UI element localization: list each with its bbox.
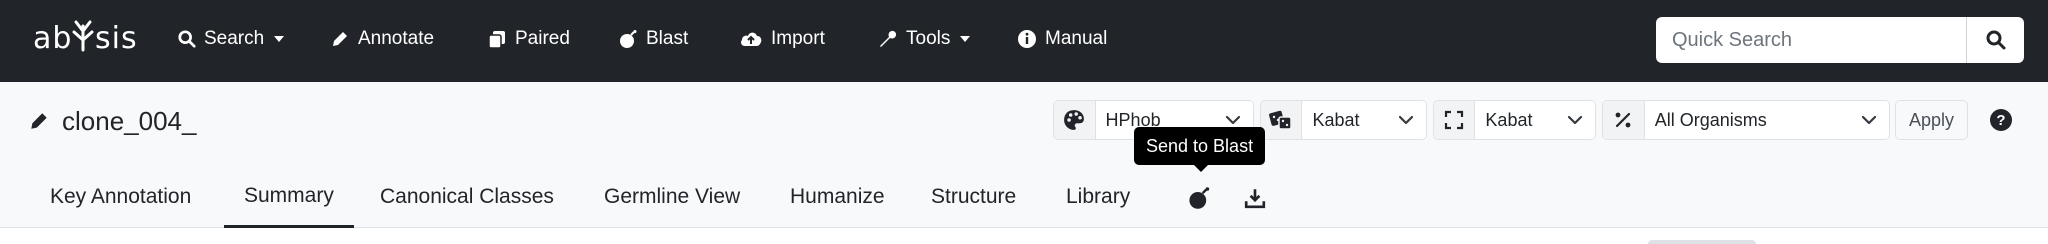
nav-tools[interactable]: Tools [878, 24, 971, 54]
page-title: clone_004_ [28, 102, 196, 140]
nav-blast-label: Blast [646, 28, 689, 49]
organism-control: All Organisms [1602, 100, 1890, 140]
nav-paired[interactable]: Paired [487, 24, 570, 54]
content-peek [1648, 240, 1756, 244]
numbering-value: Kabat [1312, 109, 1360, 130]
tab-library[interactable]: Library [1046, 166, 1150, 228]
cdr-definition-addon [1434, 101, 1476, 139]
percent-icon [1615, 112, 1631, 128]
chevron-down-icon [960, 36, 971, 42]
organism-select[interactable]: All Organisms [1644, 101, 1889, 139]
top-navbar: ab sis Search Annotate Paired Blast Impo… [0, 0, 2048, 82]
send-to-blast-button[interactable] [1185, 184, 1213, 212]
bomb-icon [620, 30, 637, 48]
abysis-logo-icon: ab sis [33, 20, 138, 56]
color-scheme-addon [1054, 101, 1096, 139]
cdr-definition-select[interactable]: Kabat [1475, 101, 1595, 139]
search-icon [1986, 30, 2005, 50]
cdr-definition-control: Kabat [1433, 100, 1596, 140]
tab-canonical-classes[interactable]: Canonical Classes [360, 166, 574, 228]
apply-button[interactable]: Apply [1895, 100, 1968, 140]
view-tabs: Key Annotation Summary Canonical Classes… [0, 166, 1400, 228]
help-icon[interactable]: ? [1990, 109, 2012, 131]
tab-summary[interactable]: Summary [224, 166, 354, 228]
cloud-upload-icon [741, 32, 762, 46]
nav-annotate[interactable]: Annotate [330, 24, 434, 54]
numbering-addon [1261, 101, 1303, 139]
copy-icon [488, 31, 505, 49]
send-to-blast-tooltip: Send to Blast [1134, 127, 1266, 165]
quick-search-button[interactable] [1966, 17, 2024, 63]
nav-paired-label: Paired [515, 28, 570, 49]
nav-search[interactable]: Search [178, 24, 285, 54]
chevron-down-icon [1567, 115, 1583, 125]
tab-structure[interactable]: Structure [911, 166, 1036, 228]
palette-icon [1064, 110, 1085, 130]
bomb-icon [1189, 187, 1210, 209]
quick-search-input[interactable] [1656, 17, 1966, 63]
quick-search [1656, 17, 2048, 63]
nav-manual-label: Manual [1045, 28, 1108, 49]
chevron-down-icon [1861, 115, 1877, 125]
nav-tools-label: Tools [906, 28, 951, 49]
search-icon [178, 30, 196, 48]
nav-manual[interactable]: Manual [1017, 24, 1107, 54]
pencil-icon [333, 32, 347, 46]
download-icon [1244, 189, 1266, 209]
tooltip-arrow [1194, 165, 1208, 172]
wrench-icon [880, 30, 897, 47]
brand-logo[interactable]: ab sis [33, 18, 163, 58]
sequence-title: clone_004_ [62, 105, 197, 136]
expand-icon [1445, 110, 1464, 130]
organism-addon [1603, 101, 1645, 139]
svg-text:ab: ab [33, 21, 72, 56]
nav-import-label: Import [771, 28, 825, 49]
info-circle-icon [1018, 30, 1036, 48]
tab-humanize[interactable]: Humanize [770, 166, 905, 228]
nav-import[interactable]: Import [739, 24, 825, 54]
tab-key-annotation[interactable]: Key Annotation [30, 166, 211, 228]
download-button[interactable] [1241, 184, 1269, 212]
tab-germline-view[interactable]: Germline View [584, 166, 760, 228]
organism-value: All Organisms [1654, 109, 1767, 130]
sequence-header: clone_004_ HPhob Kabat Kabat All Organis… [0, 82, 2048, 228]
pencil-icon[interactable] [28, 110, 50, 132]
numbering-select[interactable]: Kabat [1302, 101, 1426, 139]
nav-blast[interactable]: Blast [618, 24, 688, 54]
dice-icon [1269, 110, 1292, 130]
chevron-down-icon [274, 36, 285, 42]
nav-annotate-label: Annotate [358, 28, 435, 49]
chevron-down-icon [1398, 115, 1414, 125]
nav-search-label: Search [204, 28, 265, 49]
cdr-definition-value: Kabat [1485, 109, 1533, 130]
chevron-down-icon [1225, 115, 1241, 125]
numbering-control: Kabat [1260, 100, 1427, 140]
svg-text:sis: sis [95, 21, 138, 56]
